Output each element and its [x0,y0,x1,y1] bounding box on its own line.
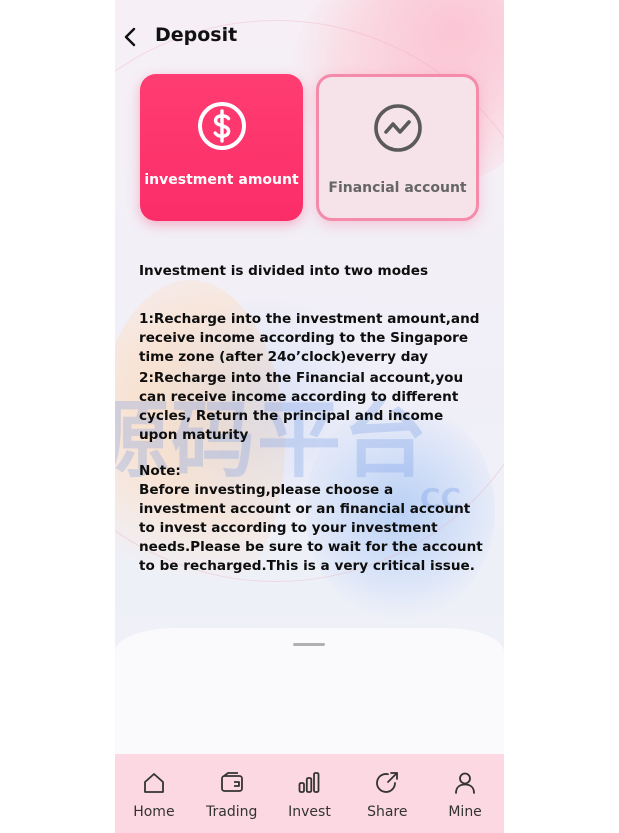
info-note-title: Note: [139,463,181,479]
tab-invest[interactable]: Invest [274,754,344,820]
back-button[interactable] [117,24,143,50]
tab-label: Trading [206,804,258,820]
info-mode-2: 2:Recharge into the Financial account,yo… [139,370,464,443]
tab-bar: Home Trading Invest Share Mine [115,754,504,833]
deposit-screen: 源码平台 CC Deposit investment amount Financ… [115,0,504,833]
info-intro: Investment is divided into two modes [139,263,429,279]
tab-label: Mine [448,804,482,820]
tab-trading[interactable]: Trading [197,754,267,820]
sheet-drag-handle[interactable] [293,643,325,646]
trend-chart-icon [373,104,422,152]
tab-mine[interactable]: Mine [430,754,500,820]
info-note-body: Before investing,please choose a investm… [139,482,483,574]
bottom-sheet [115,628,504,758]
tab-label: Home [133,804,175,820]
user-icon [455,772,475,794]
home-icon [143,773,164,793]
tab-label: Share [367,804,408,820]
mode-card-label: Financial account [328,180,467,196]
dollar-circle-icon [197,102,246,150]
tab-home[interactable]: Home [119,754,189,820]
mode-card-label: investment amount [144,172,299,188]
deposit-info: Investment is divided into two modes 1:R… [139,262,484,576]
tab-label: Invest [288,804,331,820]
share-icon [376,772,399,793]
page-title: Deposit [155,24,238,46]
info-mode-1: 1:Recharge into the investment amount,an… [139,311,480,365]
bar-chart-icon [299,772,320,793]
tab-share[interactable]: Share [352,754,422,820]
wallet-icon [220,772,243,792]
chevron-left-icon [124,27,136,47]
mode-card-financial-account[interactable]: Financial account [316,74,479,221]
mode-card-investment-amount[interactable]: investment amount [140,74,303,221]
header: Deposit [115,14,504,58]
